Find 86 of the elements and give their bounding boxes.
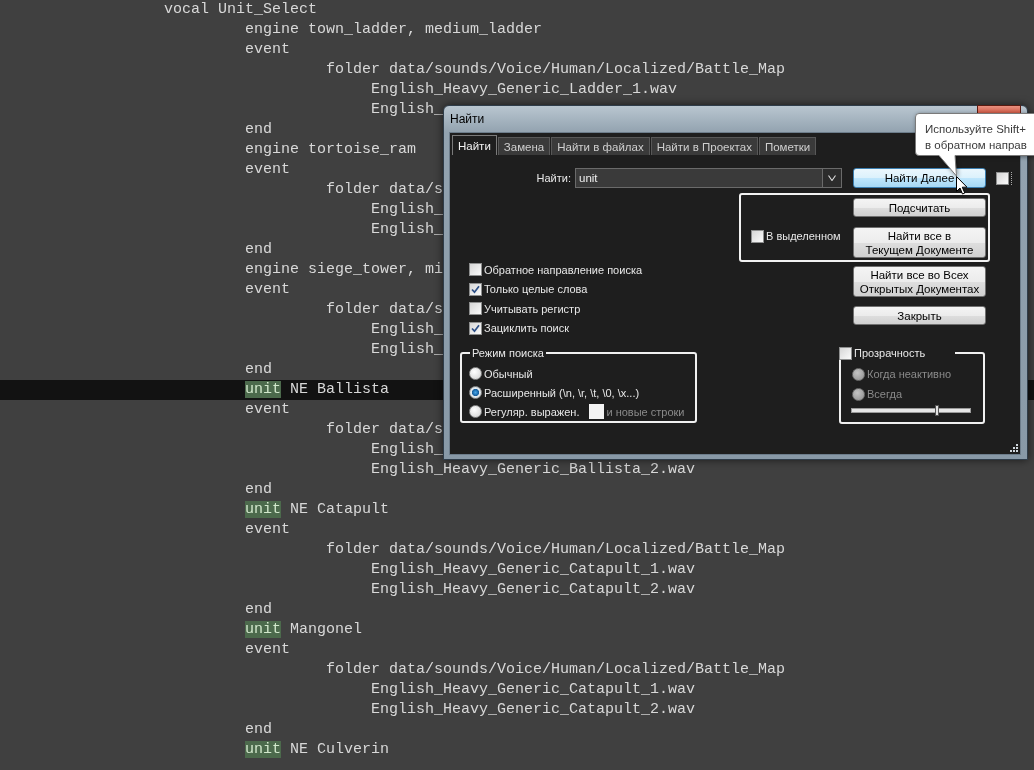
radio-label: Всегда <box>867 388 902 400</box>
checkbox[interactable] <box>751 229 764 243</box>
code-line: folder data/s <box>326 421 444 438</box>
checkbox-label: Только целые слова <box>484 283 588 296</box>
code-line: folder data/s <box>326 181 444 198</box>
find-label: Найти: <box>536 172 571 184</box>
code-line: event <box>245 521 290 538</box>
dropdown-button[interactable] <box>823 168 842 188</box>
code-line: English_Heavy_Generic_Catapult_1.wav <box>371 681 696 698</box>
code-line: event <box>245 641 290 658</box>
code-line: end <box>245 241 272 258</box>
code-line: Mangonel <box>290 621 363 638</box>
window-title: Найти <box>449 112 485 126</box>
dialog-button[interactable]: Закрыть <box>853 306 986 325</box>
code-line: end <box>245 721 272 738</box>
dialog-button[interactable]: Подсчитать <box>853 198 986 217</box>
code-line: folder data/sounds/Voice/Human/Localized/Battle_Map <box>326 61 786 78</box>
code-line: English_ <box>371 341 443 358</box>
search-match: unit <box>245 381 281 398</box>
checkbox[interactable] <box>469 321 482 335</box>
checkmark-icon <box>471 284 480 294</box>
checkbox-label: Обратное направление поиска <box>484 263 643 276</box>
radio-label: Когда неактивно <box>867 368 952 380</box>
code-line: English_Heavy_Generic_Ballista_2.wav <box>371 461 696 478</box>
code-line: engine siege_tower, mi <box>245 261 444 278</box>
search-match: unit <box>245 621 281 638</box>
checkbox-label: Зациклить поиск <box>484 322 570 335</box>
code-line: vocal Unit_Select <box>164 1 318 18</box>
code-line: engine tortoise_ram <box>245 141 417 158</box>
radio-label: Расширенный (\n, \r, \t, \0, \x...) <box>484 386 640 399</box>
find-field[interactable]: unit <box>575 168 823 188</box>
tab[interactable]: Найти в Проектах <box>650 137 758 155</box>
code-line: folder data/sounds/Voice/Human/Localized/Battle_Map <box>326 541 786 558</box>
tooltip-text: Используйте Shift+ в обратном направ <box>925 122 1027 153</box>
radio-button[interactable] <box>469 367 482 380</box>
code-line: NE Culverin <box>290 741 390 758</box>
code-line: NE Ballista <box>290 381 390 398</box>
tab[interactable]: Замена <box>497 137 551 155</box>
radio-label: Обычный <box>484 367 533 380</box>
code-line: event <box>245 281 290 298</box>
code-line: event <box>245 161 290 178</box>
search-match: unit <box>245 741 281 758</box>
group-title: Режим поиска <box>472 346 544 360</box>
chevron-down-icon <box>828 175 836 181</box>
code-line: English_Heavy_Generic_Catapult_2.wav <box>371 581 696 598</box>
code-line: English_Heavy_Generic_Catapult_1.wav <box>371 561 696 578</box>
code-line: end <box>245 481 272 498</box>
checkmark-icon <box>471 323 480 333</box>
checkbox[interactable] <box>996 171 1009 185</box>
code-line: end <box>245 121 272 138</box>
code-line: English_Heavy_Generic_Ladder_1.wav <box>371 81 678 98</box>
find-next-button[interactable]: Найти Далее <box>853 168 986 188</box>
code-line: English_ <box>371 101 443 118</box>
code-line: folder data/s <box>326 301 444 318</box>
checkbox[interactable] <box>839 346 852 360</box>
search-match: unit <box>245 501 281 518</box>
code-line: English_ <box>371 201 443 218</box>
code-line: event <box>245 41 290 58</box>
code-line: folder data/sounds/Voice/Human/Localized/Battle_Map <box>326 661 786 678</box>
code-line: end <box>245 601 272 618</box>
resize-grip-icon[interactable] <box>1010 444 1018 452</box>
checkbox[interactable] <box>469 302 482 316</box>
checkbox-label: Прозрачность <box>854 346 926 360</box>
code-line: English_ <box>371 441 443 458</box>
code-line: English_ <box>371 321 443 338</box>
tab[interactable]: Пометки <box>758 137 817 155</box>
code-line: engine town_ladder, medium_ladder <box>245 21 543 38</box>
checkbox[interactable] <box>469 282 482 296</box>
code-line: end <box>245 361 272 378</box>
checkbox-label: Учитывать регистр <box>484 302 581 315</box>
slider-thumb[interactable] <box>934 404 939 416</box>
checkbox-label: и новые строки <box>606 405 685 418</box>
checkbox-label: В выделенном <box>766 230 841 242</box>
dialog-button[interactable]: Найти все во Всех Открытых Документах <box>853 266 986 297</box>
radio-button[interactable] <box>469 405 482 418</box>
tab[interactable]: Найти в файлах <box>551 137 650 155</box>
radio-label: Регуляр. выражен. <box>484 405 580 418</box>
code-line: English_Heavy_Generic_Catapult_2.wav <box>371 701 696 718</box>
dialog-button[interactable]: Найти все в Текущем Документе <box>853 227 986 258</box>
tab[interactable]: Найти <box>452 135 497 155</box>
radio-button[interactable] <box>469 386 482 399</box>
checkbox[interactable] <box>469 263 482 277</box>
code-line: English_ <box>371 221 443 238</box>
code-line: NE Catapult <box>290 501 390 518</box>
slider-track[interactable] <box>851 407 971 413</box>
code-line: event <box>245 401 290 418</box>
